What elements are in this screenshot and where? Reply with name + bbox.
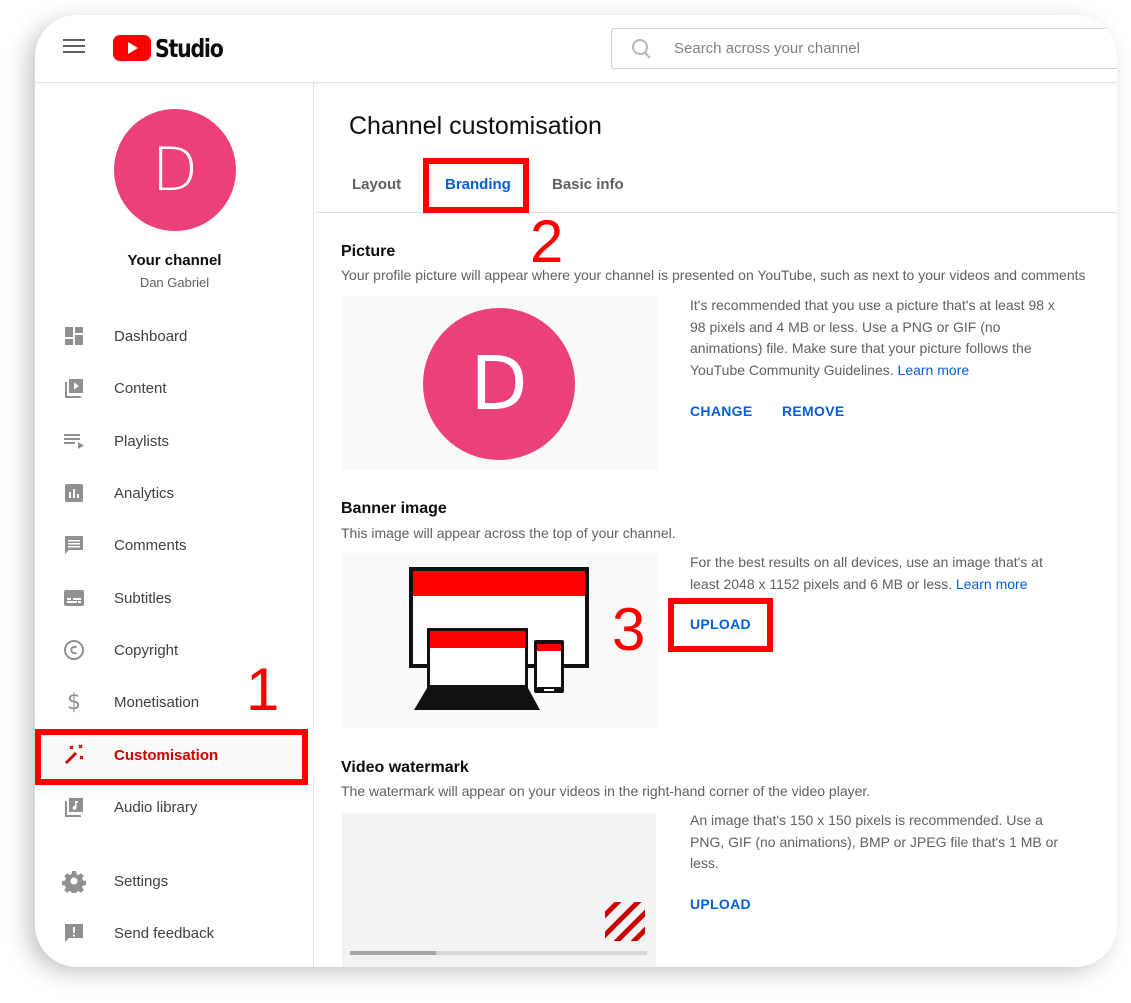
upload-watermark-button[interactable]: UPLOAD: [690, 896, 751, 912]
page-title: Channel customisation: [349, 112, 602, 140]
sidebar-item-label: Copyright: [114, 641, 179, 659]
picture-learn-more-link[interactable]: Learn more: [898, 362, 970, 378]
feedback-icon: [62, 921, 86, 945]
sidebar-item-label: Comments: [114, 536, 187, 554]
banner-learn-more-link[interactable]: Learn more: [956, 576, 1028, 592]
sidebar-item-content[interactable]: Content: [35, 365, 314, 411]
annotation-number-2: 2: [530, 208, 564, 275]
sidebar-item-audio-library[interactable]: Audio library: [35, 784, 314, 830]
picture-info: It's recommended that you use a picture …: [690, 295, 1060, 381]
sidebar-item-label: Playlists: [114, 432, 170, 450]
dashboard-icon: [62, 324, 86, 348]
watermark-section-description: The watermark will appear on your videos…: [341, 783, 871, 799]
copyright-icon: [62, 638, 86, 662]
sidebar-item-settings[interactable]: Settings: [35, 858, 314, 904]
watermark-preview: [342, 813, 656, 967]
player-progress-fill: [350, 951, 437, 955]
your-channel-label[interactable]: Your channel: [35, 252, 314, 269]
sidebar-item-comments[interactable]: Comments: [35, 522, 314, 568]
picture-section-description: Your profile picture will appear where y…: [341, 267, 1086, 283]
profile-picture-avatar: D: [423, 308, 575, 460]
content-icon: [62, 376, 86, 400]
watermark-stripes-icon: [605, 902, 645, 941]
magic-wand-icon: [62, 743, 86, 767]
search-input[interactable]: [674, 40, 1074, 57]
studio-wordmark: Studio: [155, 33, 224, 63]
sidebar-item-label: Customisation: [114, 746, 219, 764]
watermark-info: An image that's 150 x 150 pixels is reco…: [690, 812, 1059, 871]
picture-section-title: Picture: [341, 243, 396, 260]
audio-library-icon: [62, 795, 86, 819]
main-content: Channel customisation Layout Branding Ba…: [315, 83, 1117, 967]
dollar-icon: $: [67, 689, 81, 715]
sidebar-item-label: Dashboard: [114, 327, 188, 345]
channel-name: Dan Gabriel: [139, 275, 210, 290]
playlists-icon: [62, 429, 86, 453]
top-bar: Studio: [35, 15, 1117, 83]
banner-section-description: This image will appear across the top of…: [341, 525, 676, 541]
gear-icon: [62, 869, 86, 893]
studio-window: Studio D Your channel Dan Gabriel Dashbo…: [35, 15, 1117, 967]
annotation-number-3: 3: [612, 596, 646, 663]
player-progress-track[interactable]: [350, 951, 647, 955]
comments-icon: [62, 533, 86, 557]
sidebar-item-dashboard[interactable]: Dashboard: [35, 313, 314, 359]
sidebar-item-label: Content: [114, 379, 167, 397]
watermark-section-title: Video watermark: [341, 759, 469, 776]
youtube-play-icon: [113, 35, 151, 61]
search-box[interactable]: [611, 28, 1117, 69]
hamburger-menu-icon[interactable]: [63, 39, 85, 57]
picture-info-text: It's recommended that you use a picture …: [690, 297, 1055, 378]
change-picture-button[interactable]: CHANGE: [690, 403, 752, 419]
sidebar-item-playlists[interactable]: Playlists: [35, 418, 314, 464]
tab-branding[interactable]: Branding: [445, 176, 511, 193]
search-icon: [632, 38, 652, 59]
sidebar-item-subtitles[interactable]: Subtitles: [35, 575, 314, 621]
sidebar-item-customisation[interactable]: Customisation: [35, 732, 314, 778]
banner-info: For the best results on all devices, use…: [690, 552, 1060, 595]
analytics-icon: [62, 481, 86, 505]
youtube-studio-logo[interactable]: Studio: [113, 33, 237, 63]
sidebar-item-label: Subtitles: [114, 589, 172, 607]
tab-bar: Layout Branding Basic info: [315, 159, 1117, 213]
sidebar-item-label: Settings: [114, 872, 169, 890]
tab-layout[interactable]: Layout: [352, 176, 401, 193]
subtitles-icon: [62, 586, 86, 610]
banner-section-title: Banner image: [341, 500, 447, 517]
devices-illustration-icon: [409, 567, 589, 710]
sidebar-item-send-feedback[interactable]: Send feedback: [35, 910, 314, 956]
upload-banner-button[interactable]: UPLOAD: [690, 616, 751, 632]
sidebar-item-label: Monetisation: [114, 693, 200, 711]
profile-picture-preview: D: [341, 296, 657, 470]
tab-basic-info[interactable]: Basic info: [552, 176, 624, 193]
sidebar-item-analytics[interactable]: Analytics: [35, 470, 314, 516]
annotation-number-1: 1: [246, 656, 280, 723]
channel-avatar[interactable]: D: [114, 109, 236, 231]
sidebar-item-label: Analytics: [114, 484, 175, 502]
banner-preview: [341, 553, 657, 728]
remove-picture-button[interactable]: REMOVE: [782, 403, 844, 419]
sidebar-item-label: Audio library: [114, 798, 198, 816]
sidebar: D Your channel Dan Gabriel Dashboard Con…: [35, 83, 314, 967]
sidebar-item-label: Send feedback: [114, 924, 215, 942]
